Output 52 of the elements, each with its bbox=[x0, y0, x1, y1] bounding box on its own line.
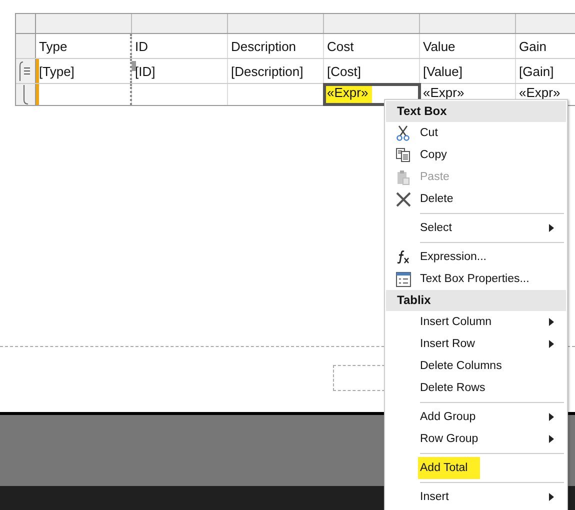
column-header[interactable]: Type bbox=[36, 34, 132, 58]
column-handle[interactable] bbox=[36, 14, 132, 33]
clipboard-icon bbox=[396, 170, 410, 184]
column-handle[interactable] bbox=[324, 14, 420, 33]
corner-handle[interactable] bbox=[16, 14, 36, 33]
table-cell[interactable]: «Expr» bbox=[324, 84, 420, 105]
submenu-arrow-icon bbox=[549, 413, 554, 421]
selection-marker bbox=[132, 61, 136, 71]
group-bracket-icon[interactable] bbox=[22, 84, 28, 104]
row-handle[interactable] bbox=[16, 34, 36, 58]
menu-item[interactable]: Text Box Properties... bbox=[420, 273, 530, 285]
menu-item[interactable]: Select bbox=[420, 222, 452, 234]
detail-group-icon[interactable] bbox=[18, 61, 32, 81]
table-cell[interactable]: [ID] bbox=[130, 59, 228, 83]
submenu-arrow-icon bbox=[549, 224, 554, 232]
menu-item[interactable]: Delete Rows bbox=[420, 382, 486, 394]
copy-icon bbox=[396, 148, 410, 162]
table-cell[interactable]: [Cost] bbox=[324, 59, 420, 83]
delete-icon bbox=[396, 192, 410, 206]
menu-item[interactable]: Delete Columns bbox=[420, 360, 502, 372]
menu-item[interactable]: Insert bbox=[420, 491, 449, 503]
scissors-icon bbox=[396, 125, 410, 141]
menu-item[interactable]: Cut bbox=[420, 127, 438, 139]
menu-item[interactable]: Expression... bbox=[420, 251, 486, 263]
menu-item[interactable]: Insert Column bbox=[420, 316, 492, 328]
column-header[interactable]: ID bbox=[130, 34, 228, 58]
submenu-arrow-icon bbox=[549, 340, 554, 348]
menu-item[interactable]: Copy bbox=[420, 149, 447, 161]
menu-item[interactable]: Row Group bbox=[420, 433, 478, 445]
column-handle[interactable] bbox=[228, 14, 324, 33]
menu-item[interactable]: Add Total bbox=[418, 457, 480, 479]
table-cell[interactable]: [Value] bbox=[420, 59, 516, 83]
column-header[interactable]: Description bbox=[228, 34, 324, 58]
table-cell[interactable]: [Description] bbox=[228, 59, 324, 83]
menu-item[interactable]: Insert Row bbox=[420, 338, 475, 350]
column-header[interactable]: Gain bbox=[516, 34, 575, 58]
menu-section-header: Tablix bbox=[386, 290, 566, 311]
menu-section-header: Text Box bbox=[386, 101, 566, 122]
submenu-arrow-icon bbox=[549, 435, 554, 443]
column-header[interactable]: Value bbox=[420, 34, 516, 58]
column-header[interactable]: Cost bbox=[324, 34, 420, 58]
table-cell[interactable] bbox=[36, 84, 132, 105]
table-cell[interactable]: [Gain] bbox=[516, 59, 575, 83]
submenu-arrow-icon bbox=[549, 493, 554, 501]
column-handle[interactable] bbox=[132, 14, 228, 33]
column-handle[interactable] bbox=[420, 14, 516, 33]
menu-item[interactable]: Add Group bbox=[420, 411, 476, 423]
submenu-arrow-icon bbox=[549, 318, 554, 326]
menu-item[interactable]: Delete bbox=[420, 193, 454, 205]
table-cell[interactable] bbox=[130, 84, 228, 105]
function-icon bbox=[396, 250, 410, 264]
properties-icon bbox=[396, 272, 410, 286]
